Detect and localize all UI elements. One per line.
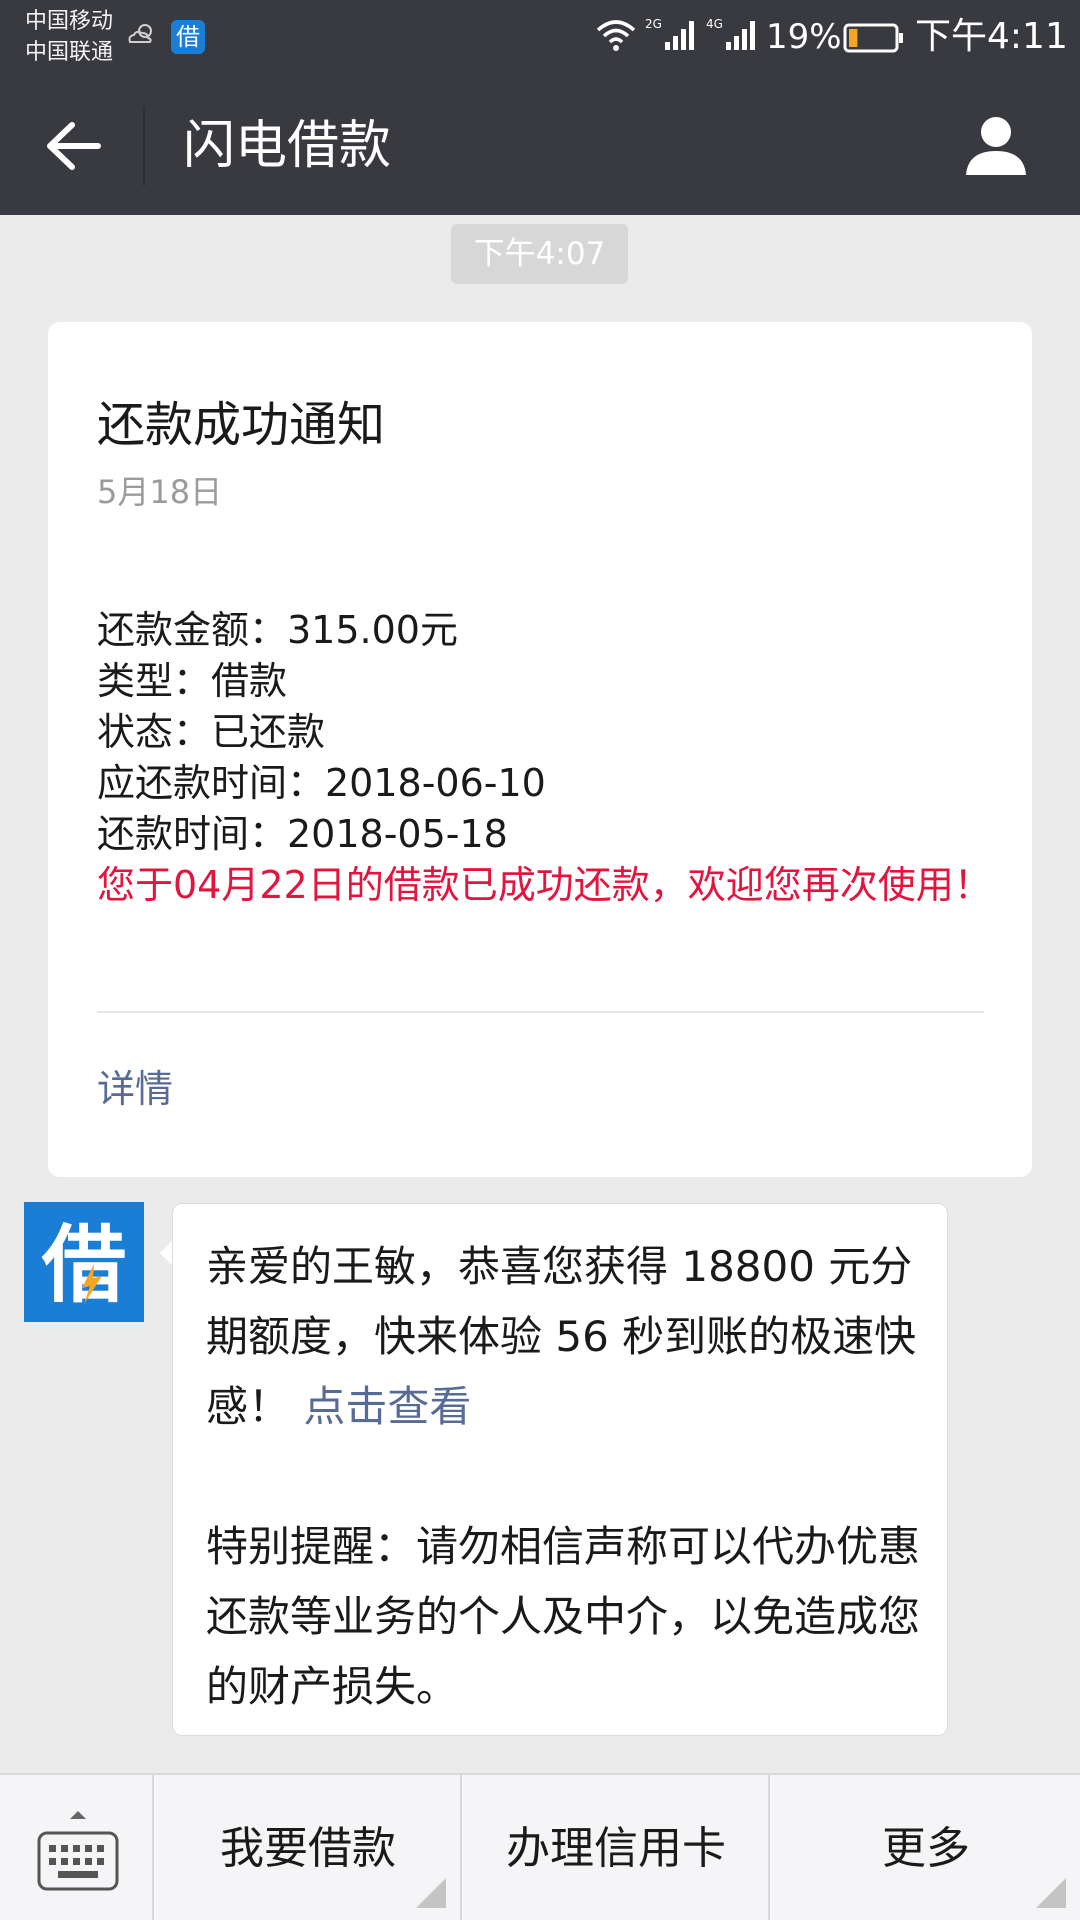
- menu-item-credit-card-label: 办理信用卡: [506, 1823, 726, 1874]
- page-title: 闪电借款: [183, 116, 392, 176]
- menu-item-more-label: 更多: [882, 1823, 970, 1874]
- field-status: 状态：已还款: [97, 710, 326, 754]
- message-text: 亲爱的王敏，恭喜您获得 18800 元分期额度，快来体验 56 秒到账的极速快感…: [206, 1232, 926, 1722]
- submenu-indicator-icon: [1036, 1878, 1066, 1908]
- card-date: 5月18日: [97, 473, 223, 511]
- wifi-icon: [596, 20, 636, 51]
- menu-item-borrow[interactable]: 我要借款: [156, 1775, 462, 1920]
- keyboard-icon: [37, 1811, 119, 1891]
- menu-item-more[interactable]: 更多: [772, 1775, 1080, 1920]
- arrow-left-icon[interactable]: [30, 111, 110, 181]
- card-divider: [97, 1011, 984, 1013]
- message-timestamp: 下午4:07: [451, 224, 628, 284]
- signal-4g-icon: 4G: [706, 17, 755, 50]
- cloudy-weather-icon: [128, 24, 152, 43]
- message-warning-text: 特别提醒：请勿相信声称可以代办优惠还款等业务的个人及中介，以免造成您的财产损失。: [206, 1522, 921, 1711]
- field-repayment-date: 还款时间：2018-05-18: [97, 812, 508, 856]
- network-label-2: 4G: [706, 17, 723, 31]
- title-divider: [143, 106, 145, 186]
- field-type: 类型：借款: [97, 659, 288, 703]
- view-link[interactable]: 点击查看: [303, 1382, 471, 1431]
- field-due-date: 应还款时间：2018-06-10: [97, 761, 546, 805]
- app-avatar-icon[interactable]: 借: [24, 1202, 144, 1322]
- battery-icon: [843, 23, 903, 53]
- bottom-menu-bar: 我要借款 办理信用卡 更多: [0, 1773, 1080, 1920]
- avatar-text: 借: [41, 1216, 126, 1314]
- repayment-notification-card[interactable]: 还款成功通知 5月18日 还款金额：315.00元 类型：借款 状态：已还款 应…: [48, 322, 1032, 1177]
- status-bar: 中国移动 中国联通 借 2G 4G 19% 下午4:11: [0, 0, 1080, 76]
- success-message: 您于04月22日的借款已成功还款，欢迎您再次使用！: [97, 863, 992, 907]
- person-icon[interactable]: [960, 109, 1032, 181]
- carrier-name-2: 中国联通: [25, 40, 114, 65]
- menu-item-credit-card[interactable]: 办理信用卡: [464, 1775, 770, 1920]
- battery-percent: 19%: [766, 17, 842, 57]
- keyboard-toggle-button[interactable]: [0, 1775, 154, 1920]
- app-notification-icon: 借: [171, 20, 205, 54]
- carrier-info: 中国移动 中国联通: [25, 6, 113, 68]
- submenu-indicator-icon: [416, 1878, 446, 1908]
- field-repayment-amount: 还款金额：315.00元: [97, 608, 458, 652]
- card-title: 还款成功通知: [97, 397, 386, 453]
- carrier-name-1: 中国移动: [25, 9, 114, 34]
- message-bubble: 亲爱的王敏，恭喜您获得 18800 元分期额度，快来体验 56 秒到账的极速快感…: [172, 1203, 948, 1736]
- title-bar: 闪电借款: [0, 76, 1080, 215]
- details-link[interactable]: 详情: [97, 1062, 173, 1116]
- card-fields: 还款金额：315.00元 类型：借款 状态：已还款 应还款时间：2018-06-…: [97, 605, 997, 911]
- menu-item-borrow-label: 我要借款: [220, 1823, 396, 1874]
- signal-2g-icon: 2G: [645, 17, 694, 50]
- network-label-1: 2G: [645, 17, 662, 31]
- status-time: 下午4:11: [915, 16, 1068, 57]
